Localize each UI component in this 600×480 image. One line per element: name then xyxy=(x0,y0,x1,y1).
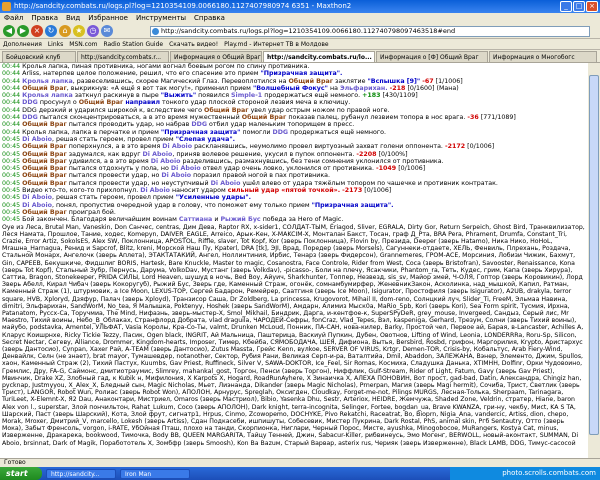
taskbar-item-ironman[interactable]: Iron Man xyxy=(120,468,190,479)
log-line: 00:44 DDG дерзкий и ударился широкой к, … xyxy=(2,106,390,114)
link-radio[interactable]: Radio Station Guide xyxy=(103,39,163,49)
minimize-button[interactable]: _ xyxy=(560,1,572,12)
log-line: 00:45 Общий Враг поперхнулся, а в это вр… xyxy=(2,143,495,151)
allies-list: Oye из Леса, Brutal Man, Vaneskin, Don С… xyxy=(2,223,585,447)
favorites-icon[interactable]: ★ xyxy=(73,25,85,37)
tab-enemy-info[interactable]: Информация о Общий Враг xyxy=(170,51,262,62)
start-button[interactable]: start xyxy=(0,467,42,480)
link-addons[interactable]: Дополнения xyxy=(3,39,42,49)
log-line: 00:44 DDG просунул о Общий Враг направил… xyxy=(2,99,351,107)
log-line: 00:45 Бой закончен. Благодаря величайшим… xyxy=(2,216,344,224)
tab-enemy-info-2[interactable]: Информация о [Ф] Общий Враг xyxy=(376,51,488,62)
close-button[interactable]: × xyxy=(586,1,598,12)
log-line: 00:44 Общий Враг пытался проводить удар,… xyxy=(2,121,355,129)
system-tray: photo.scrolls.combats.com xyxy=(450,467,600,480)
log-line: 00:45 Общий Враг удивился, а в это время… xyxy=(2,157,444,165)
log-line: 00:45 Общий Враг пытался провести удар, … xyxy=(2,172,331,180)
window-titlebar: http://sandcity.combats.ru/logs.pl?log=1… xyxy=(0,0,600,13)
refresh-icon[interactable]: ↻ xyxy=(45,25,57,37)
log-line: 00:45 Общий Враг проиграл бой. xyxy=(2,208,116,216)
tab-bar: Бойцовский клуб http://sandcity.combats.… xyxy=(0,50,600,63)
log-line: 00:44 Кролья лапка, лапка в перчатке и п… xyxy=(2,128,387,136)
tab-log-active[interactable]: http://sandcity.combats.ru/lo... xyxy=(263,51,375,62)
log-line: 00:45 Di Aboio, решая стать героем, пров… xyxy=(2,194,252,202)
mail-icon[interactable]: ✉ xyxy=(101,25,113,37)
log-line: 00:45 Di Aboio, решая стать героем, пров… xyxy=(2,135,236,143)
log-line: 00:45 Общий Враг задумался, как вдруг Di… xyxy=(2,150,408,158)
scrollbar-thumb[interactable] xyxy=(589,75,599,435)
log-line: 00:45 Di Aboio, понял, пропустив очередн… xyxy=(2,201,394,209)
tab-combats-club[interactable]: Бойцовский клуб xyxy=(2,51,76,62)
log-line: 00:45 Общий Враг пытался отдохнуть у пол… xyxy=(2,165,426,173)
link-playmd[interactable]: Play.md - Интернет TB в Молдове xyxy=(224,39,328,49)
forward-icon[interactable]: ▶ xyxy=(17,25,29,37)
log-line: 00:44 DDG пытался сконцентрироваться, а … xyxy=(2,114,516,122)
menu-help[interactable]: Справка xyxy=(194,13,225,24)
window-title: http://sandcity.combats.ru/logs.pl?log=1… xyxy=(14,2,352,10)
log-line: 00:44 Кролья лапка, развеселившись, скор… xyxy=(2,77,463,85)
tab-mnogoboks-info[interactable]: Информация о Многобогс xyxy=(489,51,597,62)
home-icon[interactable]: ⌂ xyxy=(59,25,71,37)
window-controls: _ □ × xyxy=(560,1,598,12)
log-line: 00:45 Видео кто-то, кого-то прихлопнул. … xyxy=(2,187,392,195)
taskbar-item-browser[interactable]: http://sandcity... xyxy=(46,468,116,479)
tab-log-1[interactable]: http://sandcity.combats.r... xyxy=(77,51,169,62)
address-bar[interactable]: http://sandcity.combats.ru/logs.pl?log=1… xyxy=(150,26,590,37)
menu-bar: Файл Правка Вид Избранное Инструменты Сп… xyxy=(0,13,600,24)
history-icon[interactable]: ◷ xyxy=(87,25,99,37)
globe-icon xyxy=(152,28,159,35)
link-video[interactable]: Скачать видео! xyxy=(169,39,218,49)
maximize-button[interactable]: □ xyxy=(573,1,585,12)
battle-log: 00:44 Кролья лапка, пиная противника, но… xyxy=(0,63,600,458)
log-line: 00:45 Общий Враг пытался провести удар, … xyxy=(2,179,498,187)
maxthon-icon xyxy=(2,2,11,11)
vertical-scrollbar[interactable] xyxy=(588,63,600,458)
menu-file[interactable]: Файл xyxy=(4,13,23,24)
log-line: 00:44 Кролья лапка, пиная противника, но… xyxy=(2,63,310,70)
windows-taskbar: start http://sandcity... Iron Man photo.… xyxy=(0,467,600,480)
link-msn[interactable]: MSN.com xyxy=(69,39,97,49)
address-value: http://sandcity.combats.ru/logs.pl?log=1… xyxy=(161,27,456,35)
links-bar: Дополнения Links MSN.com Radio Station G… xyxy=(0,39,600,50)
menu-favorites[interactable]: Избранное xyxy=(88,13,128,24)
status-bar: Готово xyxy=(0,458,600,467)
status-text: Готово xyxy=(4,459,26,466)
menu-view[interactable]: Вид xyxy=(66,13,80,24)
menu-tools[interactable]: Инструменты xyxy=(136,13,186,24)
link-links[interactable]: Links xyxy=(48,39,63,49)
stop-icon[interactable]: × xyxy=(31,25,43,37)
menu-edit[interactable]: Правка xyxy=(31,13,58,24)
log-line: 00:44 Arliss, натерпев целое положение, … xyxy=(2,70,343,78)
back-icon[interactable]: ◀ xyxy=(3,25,15,37)
log-line: 00:44 Общий Враг, выкрикнув: «А ещё я во… xyxy=(2,84,459,92)
log-line: 00:44 Кролья лапка заткнул раскинув в пы… xyxy=(2,92,418,100)
